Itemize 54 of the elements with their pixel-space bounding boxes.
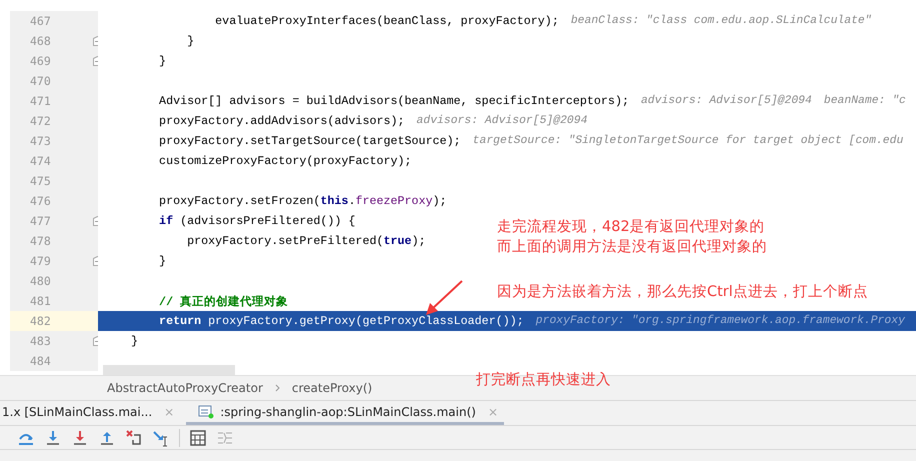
annotation-text: 而上面的调用方法是没有返回代理对象的 (497, 238, 767, 256)
annotation-arrow (424, 279, 464, 317)
console-icon (198, 404, 214, 418)
line-number: 468 (30, 34, 51, 48)
line-number: 473 (30, 134, 51, 148)
inline-debug-value: advisors: Advisor[5]@2094 (416, 115, 588, 127)
inline-debug-value: targetSource: "SingletonTargetSource for target object [com.edu (472, 135, 904, 147)
code-line: if (advisorsPreFiltered()) { (158, 214, 356, 228)
code-line: // 真正的创建代理对象 (158, 294, 288, 308)
code-line: } (158, 54, 166, 68)
annotation-text: 走完流程发现，482是有返回代理对象的 (497, 218, 765, 236)
line-number: 483 (30, 334, 51, 348)
line-number: 476 (30, 194, 51, 208)
scrollbar-thumb[interactable] (103, 365, 235, 375)
line-number: 472 (30, 114, 51, 128)
line-number: 479 (30, 254, 51, 268)
code-line: Advisor[] advisors = buildAdvisors(beanName, specificInterceptors); (158, 94, 629, 108)
line-number: 484 (30, 354, 51, 368)
inline-debug-value: advisors: Advisor[5]@2094 (640, 95, 812, 107)
force-step-into-icon[interactable] (71, 428, 89, 446)
code-line: evaluateProxyInterfaces(beanClass, proxyFactory); (214, 14, 559, 28)
code-line: proxyFactory.setTargetSource(targetSource); (158, 134, 461, 148)
inline-debug-value: proxyFactory: "org.springframework.aop.framework.Proxy (536, 315, 905, 327)
code-line: proxyFactory.setPreFiltered(true); (186, 234, 426, 248)
debug-tab[interactable]: 1.x [SLinMainClass.mai... × (0, 401, 180, 425)
code-line: return proxyFactory.getProxy(getProxyClassLoader()); (158, 314, 524, 328)
code-line: } (186, 34, 194, 48)
calculator-icon[interactable] (189, 428, 207, 446)
chevron-icon (274, 384, 280, 392)
line-number: 474 (30, 154, 51, 168)
code-line: } (131, 334, 138, 348)
inline-debug-value: beanName: "c (824, 95, 906, 107)
line-number: 475 (30, 174, 51, 188)
run-to-cursor-icon[interactable] (152, 428, 170, 446)
code-line: proxyFactory.addAdvisors(advisors); (158, 114, 405, 128)
step-into-icon[interactable] (44, 428, 62, 446)
line-number: 482 (30, 314, 51, 328)
code-line: } (158, 254, 166, 268)
line-number: 480 (30, 274, 51, 288)
code-line: customizeProxyFactory(proxyFactory); (158, 154, 412, 168)
annotation-text: 打完断点再快速进入 (476, 370, 611, 389)
line-number: 478 (30, 234, 51, 248)
breadcrumb-item[interactable]: createProxy() (292, 381, 372, 395)
line-number: 471 (30, 94, 51, 108)
line-number: 481 (30, 294, 51, 308)
line-number: 469 (30, 54, 51, 68)
inline-debug-value: beanClass: "class com.edu.aop.SLinCalculate" (570, 15, 872, 27)
line-number: 477 (30, 214, 51, 228)
line-number: 470 (30, 74, 51, 88)
line-number: 467 (30, 14, 51, 28)
breadcrumb-item[interactable]: AbstractAutoProxyCreator (107, 381, 263, 395)
drop-frame-icon[interactable] (125, 428, 143, 446)
annotation-text: 因为是方法嵌着方法，那么先按Ctrl点进去，打上个断点 (497, 282, 868, 301)
code-line: proxyFactory.setFrozen(this.freezeProxy); (158, 194, 447, 208)
